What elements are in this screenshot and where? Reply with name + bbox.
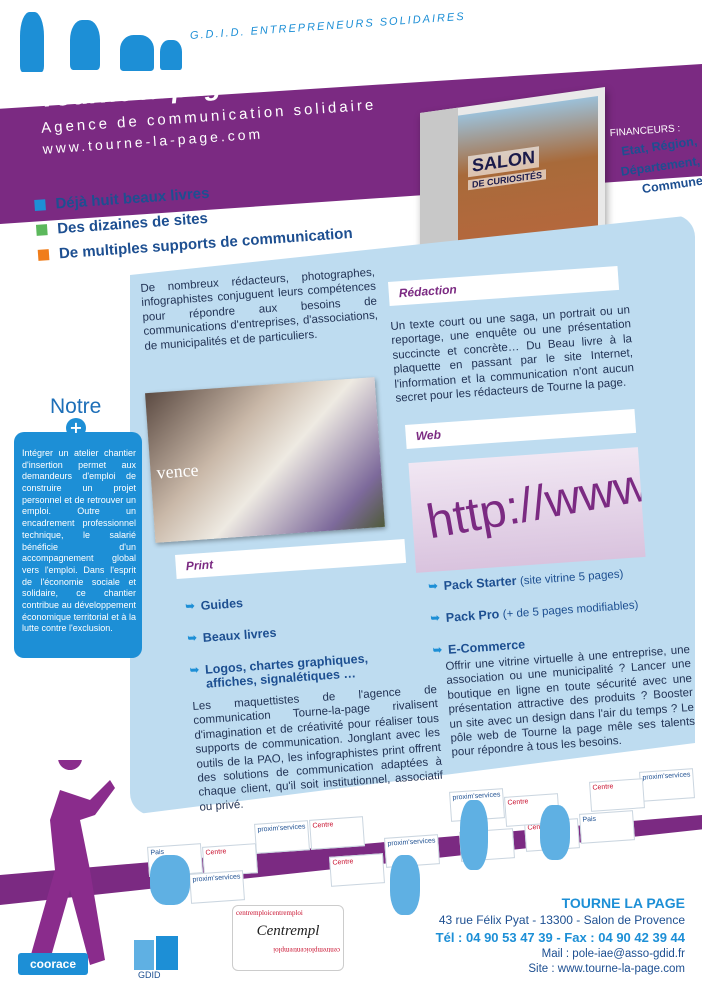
http-image-text: http://www bbox=[422, 458, 646, 550]
bullet-square-icon bbox=[37, 249, 50, 261]
gdid-logo-text: GDID bbox=[138, 970, 161, 980]
notre-title: Notre bbox=[50, 395, 102, 418]
pais-logo: Pais bbox=[579, 810, 635, 844]
proxim-logo: proxim'services bbox=[189, 870, 245, 904]
bullet-label: Des dizaines de sites bbox=[56, 209, 209, 238]
arrow-icon: ➥ bbox=[189, 664, 200, 677]
contact-site: Site : www.tourne-la-page.com bbox=[528, 963, 685, 975]
notre-text: Intégrer un atelier chantier d'insertion… bbox=[22, 448, 136, 634]
worker-silhouette bbox=[120, 35, 154, 71]
coorace-logo: coorace bbox=[18, 953, 88, 975]
proxim-logo: proxim'services bbox=[639, 768, 695, 802]
contact-phone: Tél : 04 90 53 47 39 - Fax : 04 90 42 39… bbox=[435, 930, 685, 945]
contact-address: 43 rue Félix Pyat - 13300 - Salon de Pro… bbox=[438, 913, 685, 927]
list-item: ➥ Pack Pro (+ de 5 pages modifiables) bbox=[430, 594, 690, 626]
redaction-text: Un texte court ou une saga, un portrait … bbox=[390, 304, 635, 405]
worker-silhouette bbox=[460, 800, 488, 870]
list-item-detail: (+ de 5 pages modifiables) bbox=[502, 599, 639, 621]
worker-silhouette bbox=[540, 805, 570, 860]
arrow-icon: ➥ bbox=[432, 644, 443, 657]
bullet-square-icon bbox=[34, 199, 46, 211]
arrow-icon: ➥ bbox=[430, 612, 441, 625]
book-spine bbox=[420, 107, 458, 264]
list-item-label: Pack Pro bbox=[445, 607, 500, 625]
gdid-logo: GDID bbox=[134, 936, 178, 980]
proxim-logo: proxim'services bbox=[254, 820, 310, 854]
list-item-label: Guides bbox=[200, 595, 244, 613]
worker-silhouette bbox=[160, 40, 182, 70]
list-item-label: E-Commerce bbox=[447, 637, 526, 657]
notre-box: Intégrer un atelier chantier d'insertion… bbox=[14, 432, 142, 658]
centre-logo: Centre bbox=[589, 778, 645, 812]
arrow-icon: ➥ bbox=[185, 600, 196, 613]
worker-silhouette bbox=[70, 20, 100, 70]
list-item: ➥ Beaux livres bbox=[187, 618, 387, 646]
arrow-icon: ➥ bbox=[187, 632, 198, 645]
worker-silhouette bbox=[20, 12, 44, 72]
contact-name: TOURNE LA PAGE bbox=[561, 895, 685, 911]
list-item: ➥ Logos, chartes graphiques, affiches, si… bbox=[189, 650, 390, 692]
centremploi-bottom: centremploicentremploi bbox=[273, 946, 340, 954]
contact-block: TOURNE LA PAGE 43 rue Félix Pyat - 13300… bbox=[415, 895, 685, 975]
financeurs-block: FINANCEURS : Etat, Région, Département, … bbox=[609, 122, 702, 203]
org-name: G.D.I.D. ENTREPRENEURS SOLIDAIRES bbox=[189, 10, 467, 42]
web-text: Offrir une vitrine virtuelle à une entre… bbox=[445, 643, 696, 760]
print-text: Les maquettistes de l'agence de communic… bbox=[192, 683, 444, 814]
worker-silhouette bbox=[150, 855, 190, 905]
arrow-icon: ➥ bbox=[428, 580, 439, 593]
centre-logo: Centre bbox=[309, 816, 365, 850]
list-item-label: Beaux livres bbox=[202, 625, 277, 645]
plus-icon: + bbox=[66, 418, 86, 438]
contact-email: Mail : pole-iae@asso-gdid.fr bbox=[541, 948, 685, 960]
book-cover: SALON DE CURIOSITÉS bbox=[458, 95, 598, 250]
photo-caption: vence bbox=[155, 459, 200, 483]
bullet-square-icon bbox=[35, 224, 48, 236]
centremploi-logo: centremploicentremploi Centrempl centrem… bbox=[232, 905, 344, 971]
centremploi-top: centremploicentremploi bbox=[236, 909, 303, 917]
centremploi-signature: Centrempl bbox=[256, 923, 320, 939]
team-photo: vence bbox=[145, 377, 385, 543]
financeurs-list: Etat, Région, Département, Commune bbox=[611, 131, 702, 202]
centre-logo: Centre bbox=[329, 853, 385, 887]
http-image: http://www bbox=[408, 447, 646, 573]
list-item-label: Logos, chartes graphiques, affiches, sig… bbox=[204, 651, 369, 691]
